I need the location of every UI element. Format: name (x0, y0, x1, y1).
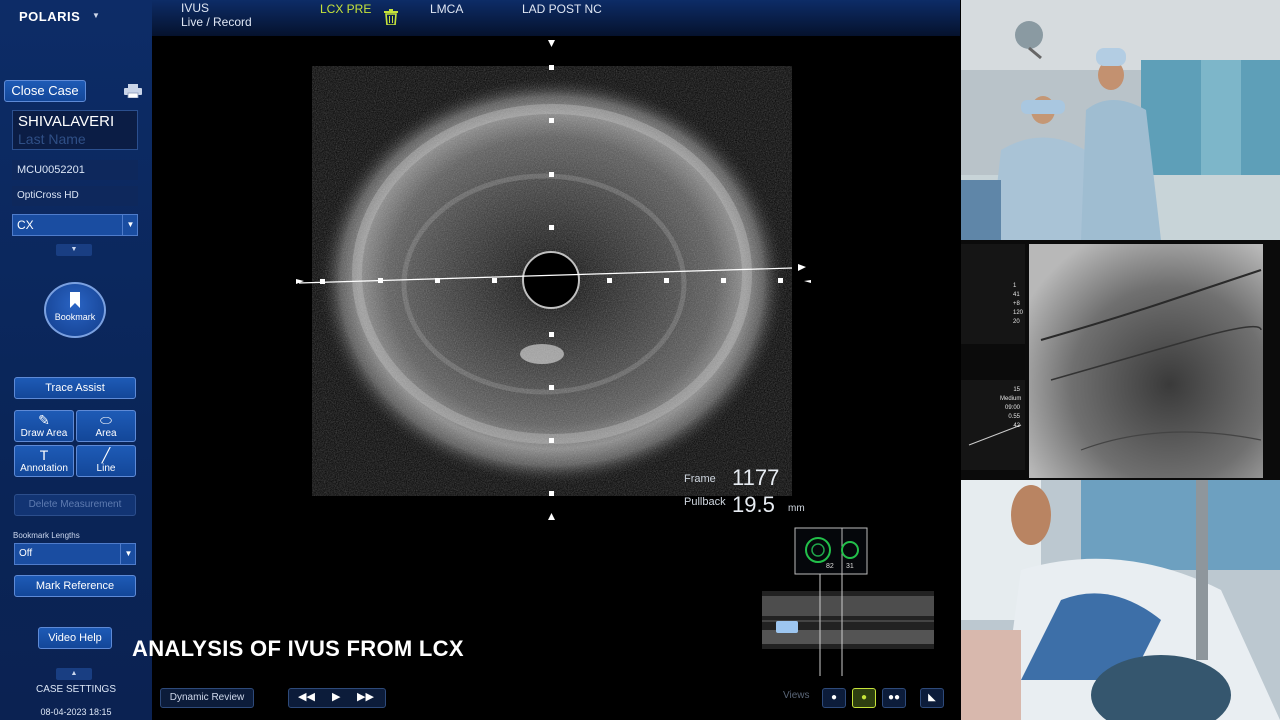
angio-param: 120 (1013, 310, 1024, 316)
longitudinal-view[interactable] (762, 527, 934, 676)
angio-param: 20 (1013, 319, 1020, 325)
trace-assist-button[interactable]: Trace Assist (14, 377, 136, 399)
tab-lad-post-nc[interactable]: LAD POST NC (522, 2, 602, 16)
pullback-label: Pullback (684, 496, 726, 508)
bookmark-icon (70, 292, 80, 308)
bookmark-label: Bookmark (54, 312, 96, 322)
patient-last-name-placeholder[interactable]: Last Name (18, 131, 86, 147)
video-help-button[interactable]: Video Help (38, 627, 112, 649)
pullback-unit: mm (788, 503, 805, 514)
single-view-icon[interactable]: ● (822, 688, 846, 708)
line-button[interactable]: ╱ Line (76, 445, 136, 477)
angio-param: Medium (1000, 396, 1022, 402)
bookmark-view-icon[interactable]: ● (852, 688, 876, 708)
minimap-left-frame: 82 (826, 563, 834, 570)
sidebar (0, 0, 152, 720)
catheter-artifact (522, 251, 580, 309)
angio-parameters-bottom: 15 Medium 09:00 0.55 42 (1000, 386, 1022, 431)
angio-param: 41 (1013, 292, 1020, 298)
chevron-down-icon[interactable]: ▼ (120, 543, 136, 565)
mode-subtitle[interactable]: Live / Record (181, 15, 252, 29)
draw-area-label: Draw Area (20, 428, 68, 439)
tab-lcx-pre[interactable]: LCX PRE (320, 2, 371, 16)
frame-value: 1177 (732, 465, 780, 490)
close-case-button[interactable]: Close Case (4, 80, 86, 102)
procedure-camera-feed (961, 480, 1280, 720)
patient-first-name[interactable]: SHIVALAVERI (18, 113, 114, 130)
area-button[interactable]: ⬭ Area (76, 410, 136, 442)
mode-title[interactable]: IVUS (181, 1, 209, 15)
calcium-arc (520, 344, 564, 364)
print-icon[interactable] (124, 84, 142, 98)
bookmark-button[interactable] (44, 282, 106, 338)
angio-param: +8 (1013, 301, 1020, 307)
play-icon[interactable]: ▶ (332, 690, 340, 703)
angio-param: 15 (1013, 387, 1020, 393)
patient-id-field[interactable]: MCU0052201 (12, 160, 138, 180)
angio-param: 0.55 (1008, 414, 1020, 420)
pullback-value: 19.5 (732, 492, 775, 517)
longitudinal-view-icon[interactable]: ◣ (920, 688, 944, 708)
case-settings-button[interactable]: CASE SETTINGS (0, 684, 152, 695)
chevron-down-icon[interactable]: ▼ (122, 214, 138, 236)
angio-param: 42 (1013, 423, 1020, 429)
minimap-right-frame: 31 (846, 563, 854, 570)
caption: ANALYSIS OF IVUS FROM LCX (132, 636, 464, 661)
draw-area-button[interactable]: ✎ Draw Area (14, 410, 74, 442)
draw-area-icon: ✎ (38, 412, 50, 428)
line-icon: ╱ (101, 447, 111, 463)
area-icon: ⬭ (100, 412, 112, 428)
dynamic-review-button[interactable]: Dynamic Review (160, 688, 254, 708)
area-label: Area (95, 428, 117, 439)
annotation-icon: T (39, 447, 49, 463)
angio-param: 1 (1013, 283, 1017, 289)
annotation-button[interactable]: T Annotation (14, 445, 74, 477)
mark-reference-button[interactable]: Mark Reference (14, 575, 136, 597)
vessel-select[interactable]: CX (12, 214, 138, 236)
brand-menu-icon[interactable]: ▼ (92, 11, 100, 20)
tab-lmca[interactable]: LMCA (430, 2, 463, 16)
line-label: Line (96, 463, 116, 474)
bookmark-lengths-select[interactable]: Off (14, 543, 136, 565)
brand-logo[interactable]: POLARIS (19, 9, 80, 24)
expand-chevron-icon[interactable]: ▼ (56, 244, 92, 256)
dual-view-icon[interactable]: ●● (882, 688, 906, 708)
trash-icon[interactable] (384, 9, 398, 25)
ivus-cross-section-view[interactable] (152, 36, 960, 684)
fast-forward-icon[interactable]: ▶▶ (357, 690, 374, 703)
angio-parameters-top: 1 41 +8 120 20 (1013, 282, 1023, 327)
angio-param: 09:00 (1004, 405, 1020, 411)
catheter-field[interactable]: OptiCross HD (12, 186, 138, 206)
annotation-label: Annotation (20, 463, 68, 474)
delete-measurement-button[interactable]: Delete Measurement (14, 494, 136, 516)
views-label: Views (783, 690, 810, 701)
bookmark-lengths-label: Bookmark Lengths (13, 531, 80, 540)
cath-lab-camera-feed (961, 0, 1280, 240)
chevron-up-icon[interactable]: ▲ (56, 668, 92, 680)
frame-label: Frame (684, 473, 716, 485)
angiography-monitor (961, 240, 1280, 480)
datetime: 08-04-2023 18:15 (40, 707, 112, 717)
rewind-icon[interactable]: ◀◀ (298, 690, 315, 703)
